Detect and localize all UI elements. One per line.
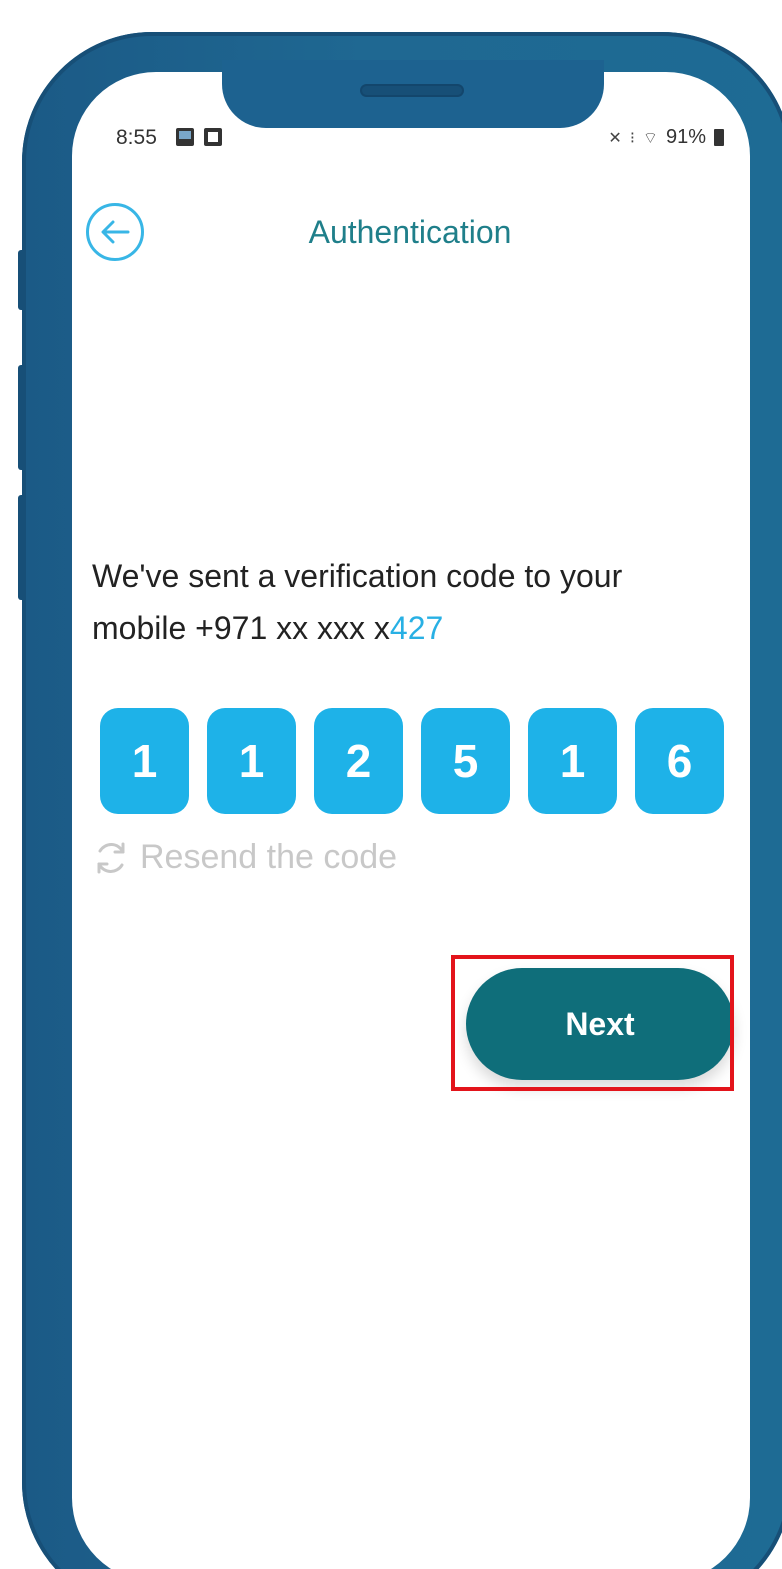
- message-line-2: mobile +971 xx xxx x427: [92, 602, 712, 654]
- message-line-1: We've sent a verification code to your: [92, 558, 623, 594]
- verification-code-input: 1 1 2 5 1 6: [100, 708, 724, 814]
- battery-percentage: 91%: [665, 126, 706, 148]
- mute-icon: ✕: [608, 129, 622, 147]
- battery-icon: [714, 129, 724, 146]
- screenshot-stage: 8:55 ✕ ⁝ ⌔ 91% Authentication We've sent…: [0, 0, 782, 1569]
- code-digit-3[interactable]: 2: [314, 708, 403, 814]
- status-time: 8:55: [116, 126, 157, 149]
- code-digit-4[interactable]: 5: [421, 708, 510, 814]
- status-notification-icons: [176, 128, 222, 146]
- arrow-left-icon: [101, 220, 130, 244]
- app-notification-icon: [204, 128, 222, 146]
- refresh-icon: [97, 842, 125, 873]
- verification-message: We've sent a verification code to your m…: [92, 550, 712, 654]
- status-right-group: ✕ ⁝ ⌔ 91%: [608, 126, 724, 149]
- wifi-signal-icon: ⌔: [642, 129, 658, 147]
- phone-speaker: [362, 86, 462, 95]
- phone-last-digits: 427: [389, 610, 444, 646]
- back-button[interactable]: [86, 203, 144, 261]
- code-digit-2[interactable]: 1: [207, 708, 296, 814]
- phone-screen: [72, 72, 750, 1569]
- masked-phone-prefix: mobile +971 xx xxx x: [92, 610, 390, 646]
- resend-code-link[interactable]: Resend the code: [92, 838, 397, 877]
- resend-label: Resend the code: [140, 838, 398, 876]
- gallery-notification-icon: [176, 128, 194, 146]
- code-digit-6[interactable]: 6: [635, 708, 724, 814]
- page-title: Authentication: [308, 214, 512, 250]
- annotation-highlight-box: [451, 955, 734, 1091]
- lte-icon: ⁝: [629, 129, 635, 147]
- code-digit-1[interactable]: 1: [100, 708, 189, 814]
- code-digit-5[interactable]: 1: [528, 708, 617, 814]
